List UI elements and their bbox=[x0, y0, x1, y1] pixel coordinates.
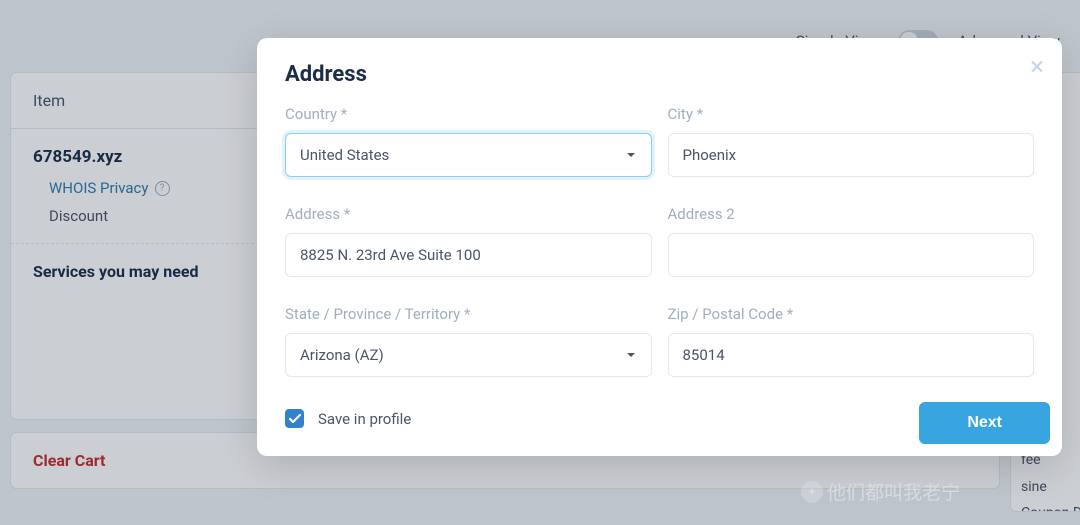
next-button[interactable]: Next bbox=[919, 402, 1050, 444]
zip-group: Zip / Postal Code * bbox=[668, 305, 1035, 377]
state-label: State / Province / Territory * bbox=[285, 305, 652, 323]
city-label: City * bbox=[668, 105, 1035, 123]
modal-title: Address bbox=[285, 62, 1034, 87]
save-profile-label: Save in profile bbox=[318, 410, 411, 428]
city-input[interactable] bbox=[668, 133, 1035, 177]
address-modal: × Address Country * United States City *… bbox=[257, 38, 1062, 456]
address-label: Address * bbox=[285, 205, 652, 223]
address-input[interactable] bbox=[285, 233, 652, 277]
zip-label: Zip / Postal Code * bbox=[668, 305, 1035, 323]
city-group: City * bbox=[668, 105, 1035, 177]
address2-group: Address 2 bbox=[668, 205, 1035, 277]
country-label: Country * bbox=[285, 105, 652, 123]
check-icon bbox=[289, 414, 301, 424]
form-grid: Country * United States City * Address *… bbox=[285, 105, 1034, 377]
country-group: Country * United States bbox=[285, 105, 652, 177]
save-profile-checkbox[interactable] bbox=[285, 409, 304, 428]
zip-input[interactable] bbox=[668, 333, 1035, 377]
country-select[interactable]: United States bbox=[285, 133, 652, 177]
state-select[interactable]: Arizona (AZ) bbox=[285, 333, 652, 377]
close-icon[interactable]: × bbox=[1030, 54, 1044, 80]
address2-label: Address 2 bbox=[668, 205, 1035, 223]
state-group: State / Province / Territory * Arizona (… bbox=[285, 305, 652, 377]
address2-input[interactable] bbox=[668, 233, 1035, 277]
address-group: Address * bbox=[285, 205, 652, 277]
